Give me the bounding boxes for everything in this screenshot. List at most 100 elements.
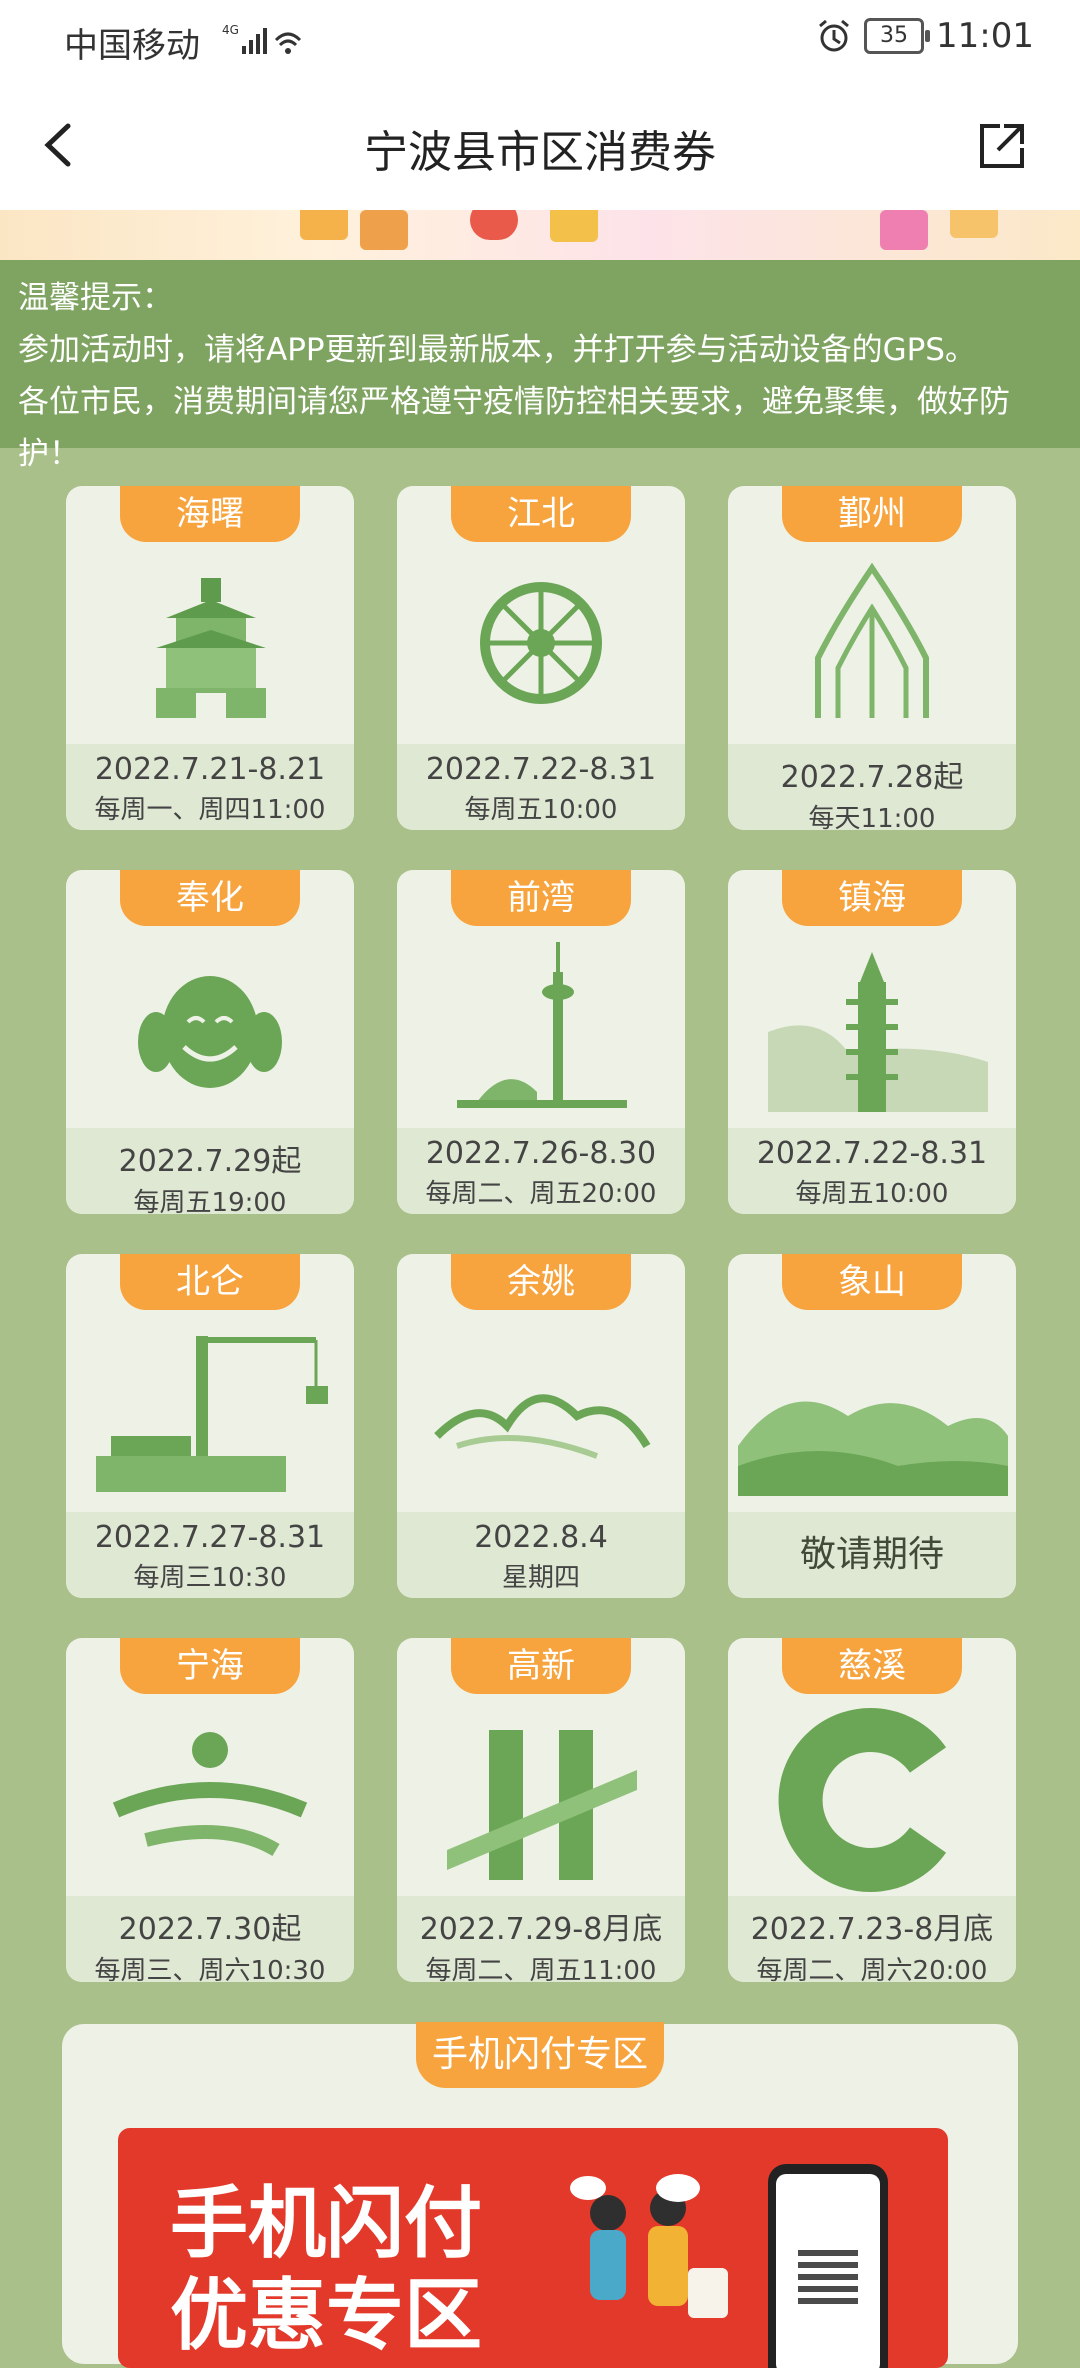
bag-decoration — [880, 210, 928, 250]
district-name: 宁海 — [120, 1638, 300, 1694]
card-time: 每周三10:30 — [133, 1563, 287, 1593]
card-date: 2022.7.22-8.31 — [756, 1136, 988, 1171]
bag-decoration — [550, 210, 598, 242]
card-time: 每天11:00 — [808, 804, 936, 830]
notice-line-1: 参加活动时，请将APP更新到最新版本，并打开参与活动设备的GPS。 — [18, 332, 976, 368]
district-card-haishu[interactable]: 海曙 2022.7.21-8.21 每周一、周四11:00 — [66, 486, 354, 830]
card-footer: 2022.7.21-8.21 每周一、周四11:00 — [66, 744, 354, 830]
card-footer: 2022.7.29-8月底 每周二、周五11:00 — [397, 1896, 685, 1982]
district-card-beilun[interactable]: 北仑 2022.7.27-8.31 每周三10:30 — [66, 1254, 354, 1598]
card-footer: 2022.7.29起 每周五19:00 — [66, 1128, 354, 1214]
district-name: 镇海 — [782, 870, 962, 926]
svg-text:4G: 4G — [222, 23, 239, 37]
carrier-label: 中国移动 — [64, 26, 200, 66]
district-name: 高新 — [451, 1638, 631, 1694]
c-logo-icon — [778, 1708, 947, 1892]
notice-heading: 温馨提示： — [18, 280, 173, 316]
district-name: 象山 — [782, 1254, 962, 1310]
share-icon[interactable] — [974, 118, 1030, 174]
district-card-gaoxin[interactable]: 高新 2022.7.29-8月底 每周二、周五11:00 — [397, 1638, 685, 1982]
card-footer: 2022.7.23-8月底 每周二、周六20:00 — [728, 1896, 1016, 1982]
status-bar: 中国移动 4G 35 11:01 — [0, 0, 1080, 80]
card-footer: 2022.8.4 星期四 — [397, 1512, 685, 1598]
card-date: 2022.7.26-8.30 — [425, 1136, 657, 1171]
card-footer: 2022.7.26-8.30 每周二、周五20:00 — [397, 1128, 685, 1214]
district-name: 海曙 — [120, 486, 300, 542]
flash-pay-text: 手机闪付 优惠专区 — [170, 2178, 482, 2362]
district-card-cixi[interactable]: 慈溪 2022.7.23-8月底 每周二、周六20:00 — [728, 1638, 1016, 1982]
coming-soon-label: 敬请期待 — [799, 1534, 944, 1575]
card-footer: 2022.7.22-8.31 每周五10:00 — [728, 1128, 1016, 1214]
banner-image — [0, 210, 1080, 260]
card-footer: 2022.7.30起 每周三、周六10:30 — [66, 1896, 354, 1982]
arch-building-icon — [815, 562, 929, 718]
port-crane-icon — [96, 1336, 328, 1492]
pagoda-mountain-icon — [768, 952, 988, 1112]
card-time: 每周五10:00 — [795, 1179, 949, 1209]
flash-pay-line-1: 手机闪付 — [170, 2179, 483, 2269]
card-footer: 2022.7.27-8.31 每周三10:30 — [66, 1512, 354, 1598]
card-date: 2022.7.29起 — [118, 1144, 302, 1179]
card-time: 每周二、周五20:00 — [425, 1179, 657, 1209]
mountain-icon — [434, 1394, 651, 1459]
card-date: 2022.7.29-8月底 — [419, 1912, 663, 1947]
balloon-decoration — [470, 210, 518, 240]
ferris-wheel-icon — [480, 582, 602, 704]
card-date: 2022.8.4 — [474, 1520, 608, 1555]
flash-pay-section: 手机闪付专区 手机闪付 优惠专区 — [62, 2022, 1018, 2368]
card-date: 2022.7.22-8.31 — [425, 752, 657, 787]
flash-pay-banner[interactable]: 手机闪付 优惠专区 — [118, 2128, 948, 2368]
district-card-fenghua[interactable]: 奉化 2022.7.29起 每周五19:00 — [66, 870, 354, 1214]
card-time: 每周二、周五11:00 — [425, 1956, 657, 1982]
district-card-qianwan[interactable]: 前湾 2022.7.26-8.30 每周二、周五20:00 — [397, 870, 685, 1214]
phone-qr-icon — [768, 2164, 888, 2368]
district-name: 鄞州 — [782, 486, 962, 542]
nav-bar: 宁波县市区消费券 — [0, 80, 1080, 211]
card-date: 2022.7.27-8.31 — [94, 1520, 326, 1555]
district-card-ninghai[interactable]: 宁海 2022.7.30起 每周三、周六10:30 — [66, 1638, 354, 1982]
card-date: 2022.7.28起 — [780, 760, 964, 795]
card-time: 星期四 — [501, 1563, 580, 1593]
card-footer: 2022.7.22-8.31 每周五10:00 — [397, 744, 685, 830]
notice-line-2: 各位市民，消费期间请您严格遵守疫情防控相关要求，避免聚集，做好防护！ — [18, 384, 1010, 472]
district-name: 前湾 — [451, 870, 631, 926]
card-time: 每周二、周六20:00 — [756, 1956, 988, 1982]
page-title: 宁波县市区消费券 — [364, 127, 716, 178]
ninghai-logo-icon — [112, 1732, 308, 1857]
flash-pay-tag: 手机闪付专区 — [416, 2022, 664, 2088]
card-footer: 敬请期待 — [728, 1512, 1016, 1598]
hills-icon — [738, 1401, 1008, 1496]
tower-icon — [457, 942, 627, 1108]
bag-decoration — [300, 210, 348, 240]
district-card-yuyao[interactable]: 余姚 2022.8.4 星期四 — [397, 1254, 685, 1598]
qr-code-icon — [798, 2244, 858, 2304]
buddha-face-icon — [138, 976, 282, 1088]
card-time: 每周五19:00 — [133, 1188, 287, 1214]
district-card-xiangshan[interactable]: 象山 敬请期待 — [728, 1254, 1016, 1598]
card-date: 2022.7.21-8.21 — [94, 752, 326, 787]
district-card-jiangbei[interactable]: 江北 2022.7.22-8.31 每周五10:00 — [397, 486, 685, 830]
card-footer: 2022.7.28起 每天11:00 — [728, 744, 1016, 830]
bag-decoration — [360, 210, 408, 250]
pagoda-gate-icon — [156, 578, 266, 718]
district-name: 江北 — [451, 486, 631, 542]
district-name: 慈溪 — [782, 1638, 962, 1694]
bag-decoration — [950, 210, 998, 238]
district-name: 北仑 — [120, 1254, 300, 1310]
alarm-icon — [819, 19, 849, 52]
card-time: 每周五10:00 — [464, 795, 618, 825]
card-date: 2022.7.23-8月底 — [750, 1912, 994, 1947]
phone-screen — [776, 2174, 880, 2368]
flash-pay-line-2: 优惠专区 — [170, 2271, 483, 2361]
signal-wifi-icon: 4G — [222, 23, 302, 54]
card-time: 每周一、周四11:00 — [94, 795, 326, 825]
district-name: 余姚 — [451, 1254, 631, 1310]
card-date: 2022.7.30起 — [118, 1912, 302, 1947]
district-card-yinzhou[interactable]: 鄞州 2022.7.28起 每天11:00 — [728, 486, 1016, 830]
card-time: 每周三、周六10:30 — [94, 1956, 326, 1982]
h-logo-icon — [447, 1730, 637, 1880]
notice-box: 温馨提示： 参加活动时，请将APP更新到最新版本，并打开参与活动设备的GPS。 … — [0, 260, 1080, 472]
district-card-zhenhai[interactable]: 镇海 2022.7.22-8.31 每周五10:00 — [728, 870, 1016, 1214]
status-right: 35 11:01 — [816, 16, 1034, 56]
district-name: 奉化 — [120, 870, 300, 926]
